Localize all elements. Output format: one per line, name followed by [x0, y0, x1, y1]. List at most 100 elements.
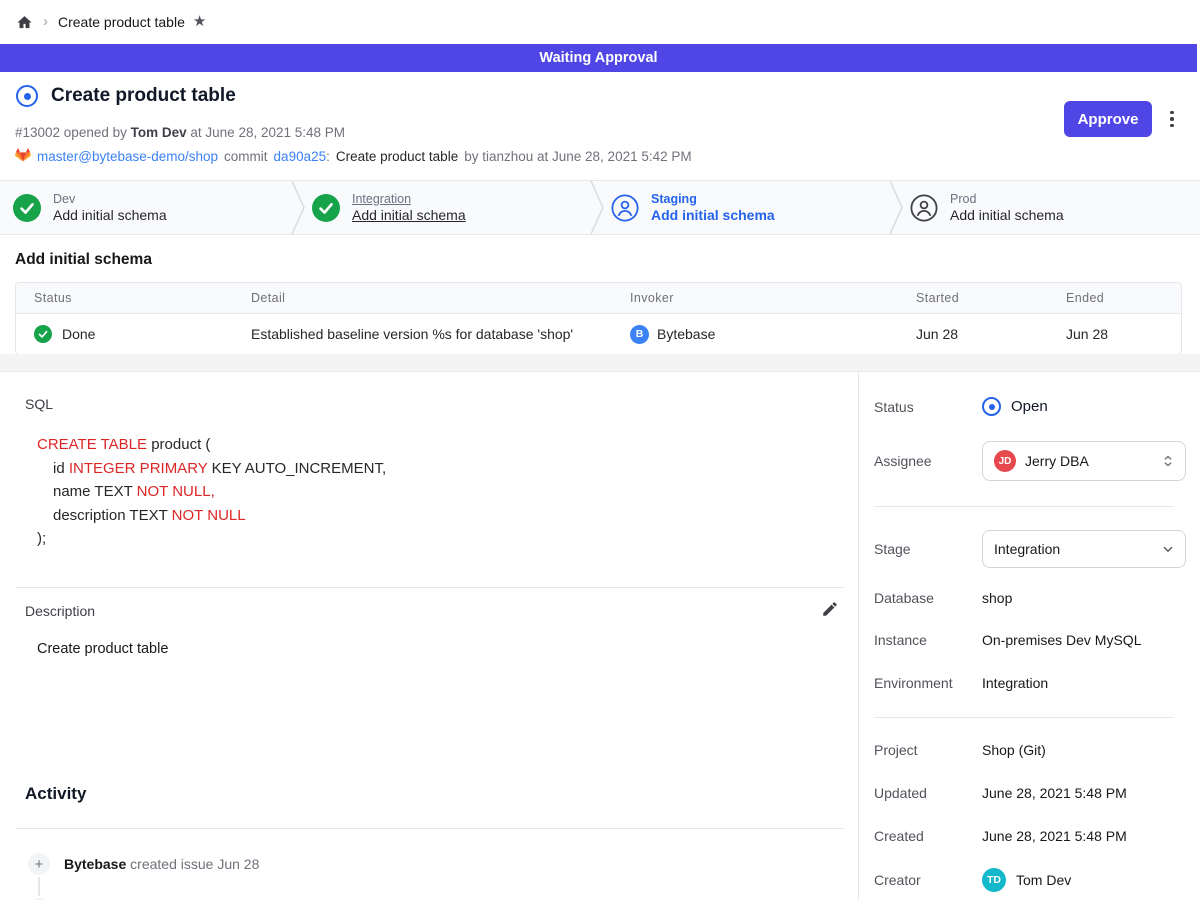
stage-task-label[interactable]: Add initial schema [352, 207, 466, 223]
stage-task-label: Add initial schema [950, 207, 1064, 223]
stage-separator-chevron [590, 181, 604, 234]
sidebar-row-updated: Updated June 28, 2021 5:48 PM [874, 785, 1186, 801]
issue-meta: #13002 opened by Tom Dev at June 28, 202… [15, 125, 345, 140]
status-label: Status [874, 399, 982, 415]
table-row[interactable]: Done Established baseline version %s for… [16, 314, 1181, 354]
stage-separator-chevron [291, 181, 305, 234]
creator-label: Creator [874, 872, 982, 888]
bytebase-avatar: B [630, 325, 649, 344]
task-invoker-cell: B Bytebase [630, 325, 916, 344]
sidebar-row-database: Database shop [874, 590, 1186, 606]
task-table-header: Status Detail Invoker Started Ended [16, 283, 1181, 314]
issue-header: Create product table #13002 opened by To… [0, 72, 1200, 180]
stage-label: Stage [874, 541, 982, 557]
stage-env-label: Dev [53, 192, 167, 206]
check-circle-icon [312, 194, 340, 222]
breadcrumb-current-page: Create product table [58, 14, 185, 30]
stage-selected-value: Integration [994, 541, 1152, 557]
assignee-name: Jerry DBA [1025, 453, 1152, 469]
stage-separator-chevron [889, 181, 903, 234]
section-gap [0, 354, 1200, 371]
status-banner-text: Waiting Approval [539, 50, 657, 66]
sidebar-row-status: Status Open [874, 397, 1186, 416]
col-invoker: Invoker [630, 291, 916, 305]
sidebar-row-assignee: Assignee JD Jerry DBA [874, 441, 1186, 481]
col-ended: Ended [1066, 291, 1181, 305]
description-label: Description [25, 603, 95, 619]
task-table: Status Detail Invoker Started Ended Done… [15, 282, 1182, 355]
instance-value: On-premises Dev MySQL [982, 632, 1141, 648]
vcs-commit-label: commit [224, 149, 268, 164]
sidebar-row-environment: Environment Integration [874, 675, 1186, 691]
check-circle-icon [13, 194, 41, 222]
sidebar-row-project: Project Shop (Git) [874, 742, 1186, 758]
sql-code: CREATE TABLE product (id INTEGER PRIMARY… [37, 433, 386, 551]
stage-select[interactable]: Integration [982, 530, 1186, 568]
description-text: Create product table [37, 641, 168, 657]
environment-value: Integration [982, 675, 1048, 691]
stage-integration[interactable]: Integration Add initial schema [299, 181, 598, 234]
col-status: Status [34, 291, 251, 305]
activity-item: + Bytebase created issue Jun 28 [28, 853, 259, 875]
issue-title-row: Create product table [16, 85, 236, 107]
chevron-down-icon [1161, 542, 1175, 556]
sidebar-row-created: Created June 28, 2021 5:48 PM [874, 828, 1186, 844]
vcs-commit-hash-link[interactable]: da90a25 [274, 149, 327, 164]
breadcrumb-chevron-icon: › [43, 13, 48, 30]
stage-dev[interactable]: Dev Add initial schema [0, 181, 299, 234]
updated-label: Updated [874, 785, 982, 801]
stage-env-label: Staging [651, 192, 775, 206]
stage-task-label[interactable]: Add initial schema [651, 207, 775, 223]
vcs-byline: by tianzhou at June 28, 2021 5:42 PM [464, 149, 691, 164]
more-options-kebab-icon[interactable] [1163, 105, 1181, 133]
task-ended-cell: Jun 28 [1066, 326, 1181, 342]
task-status-text: Done [62, 326, 95, 342]
status-text: Open [1011, 398, 1048, 415]
status-value: Open [982, 397, 1048, 416]
task-invoker-name: Bytebase [657, 326, 715, 342]
vcs-branch-link[interactable]: master@bytebase-demo/shop [37, 149, 218, 164]
divider [15, 828, 843, 829]
check-circle-icon [34, 325, 52, 343]
col-started: Started [916, 291, 1066, 305]
home-icon[interactable] [16, 14, 33, 31]
open-status-icon [982, 397, 1001, 416]
bytebase-issue-page: › Create product table ★ Waiting Approva… [0, 0, 1200, 900]
created-value: June 28, 2021 5:48 PM [982, 828, 1127, 844]
sidebar-divider [874, 717, 1174, 718]
plus-icon: + [28, 853, 50, 875]
approve-button[interactable]: Approve [1064, 101, 1152, 137]
pipeline-stage-bar: Dev Add initial schema Integration Add i… [0, 180, 1200, 235]
assignee-label: Assignee [874, 453, 982, 469]
vcs-commit-message: Create product table [336, 149, 458, 164]
activity-timeline-connector [38, 877, 40, 896]
assignee-select[interactable]: JD Jerry DBA [982, 441, 1186, 481]
creator-name: Tom Dev [1016, 872, 1071, 888]
stage-staging[interactable]: Staging Add initial schema [598, 181, 897, 234]
status-banner: Waiting Approval [0, 44, 1197, 72]
assignee-avatar: JD [994, 450, 1016, 472]
stage-prod[interactable]: Prod Add initial schema [897, 181, 1196, 234]
updown-chevron-icon [1161, 454, 1175, 468]
activity-title: Activity [25, 784, 86, 804]
issue-title: Create product table [51, 85, 236, 107]
task-status-cell: Done [34, 325, 251, 343]
task-section-title: Add initial schema [15, 251, 152, 269]
creator-avatar: TD [982, 868, 1006, 892]
issue-id-opened-by: #13002 opened by [15, 125, 127, 140]
task-started-cell: Jun 28 [916, 326, 1066, 342]
edit-description-pencil-icon[interactable] [820, 600, 840, 620]
breadcrumb: › Create product table ★ [0, 0, 1200, 44]
issue-open-icon [16, 85, 38, 107]
person-circle-icon [611, 194, 639, 222]
sql-section-label: SQL [25, 396, 53, 412]
sidebar-row-creator: Creator TD Tom Dev [874, 867, 1186, 893]
issue-author[interactable]: Tom Dev [131, 125, 187, 140]
sidebar-divider [874, 506, 1174, 507]
stage-task-label[interactable]: Add initial schema [53, 207, 167, 223]
task-detail-cell: Established baseline version %s for data… [251, 326, 630, 342]
project-label: Project [874, 742, 982, 758]
sidebar-row-stage: Stage Integration [874, 530, 1186, 568]
database-label: Database [874, 590, 982, 606]
favorite-star-icon[interactable]: ★ [193, 12, 206, 30]
